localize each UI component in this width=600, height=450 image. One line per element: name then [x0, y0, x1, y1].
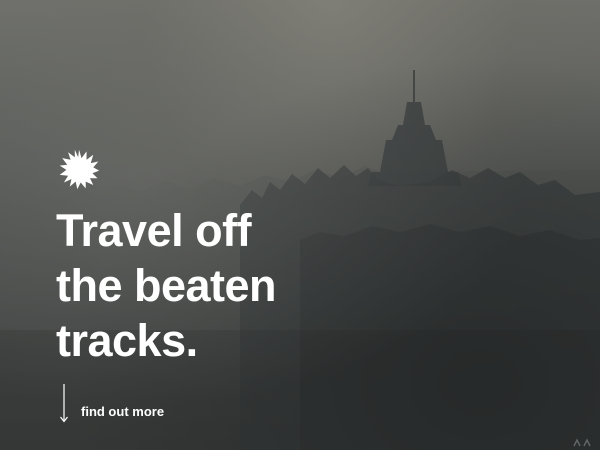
hero-section: Travel off the beaten tracks. find out m… — [0, 0, 600, 450]
arrow-down-icon — [60, 384, 68, 423]
find-out-more-link[interactable]: find out more — [58, 384, 164, 424]
headline-line: the beaten — [56, 260, 277, 311]
headline-line: tracks. — [56, 315, 198, 366]
headline-line: Travel off — [56, 205, 252, 256]
find-out-more-label: find out more — [81, 404, 165, 419]
corner-decoration-icon — [573, 438, 591, 447]
hero-headline: Travel off the beaten tracks. — [56, 203, 277, 368]
sun-burst-icon — [59, 149, 100, 190]
